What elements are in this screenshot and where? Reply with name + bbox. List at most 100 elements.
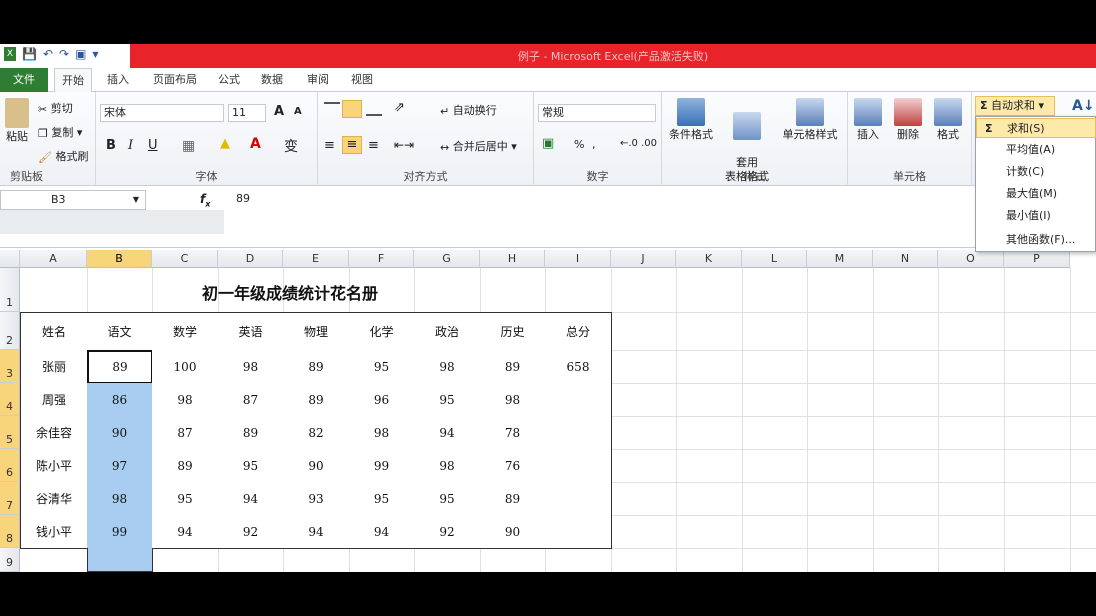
cell-I2[interactable]: 总分	[545, 312, 612, 351]
tab-formulas[interactable]: 公式	[212, 68, 246, 92]
cell-A2[interactable]: 姓名	[20, 312, 88, 351]
tab-home[interactable]: 开始	[54, 68, 92, 93]
cell-I4[interactable]	[545, 383, 612, 417]
column-header-A[interactable]: A	[20, 250, 87, 268]
cell-E7[interactable]: 93	[283, 482, 350, 516]
decimal-icon[interactable]: ←.0 .00	[620, 138, 657, 149]
column-header-E[interactable]: E	[283, 250, 349, 268]
column-header-J[interactable]: J	[611, 250, 676, 268]
borders-icon[interactable]: ▦	[182, 138, 195, 154]
cell-B8[interactable]: 99	[87, 515, 153, 549]
cell-H7[interactable]: 89	[480, 482, 546, 516]
redo-icon[interactable]: ↷	[59, 47, 69, 61]
cell-E4[interactable]: 89	[283, 383, 350, 417]
menu-item-sum[interactable]: Σ 求和(S)	[976, 118, 1096, 138]
formula-input[interactable]: 89	[236, 192, 250, 205]
cell-C4[interactable]: 98	[152, 383, 219, 417]
row-header-2[interactable]: 2	[0, 312, 20, 350]
underline-button[interactable]: U	[148, 138, 158, 153]
cell-I5[interactable]	[545, 416, 612, 450]
row-header-5[interactable]: 5	[0, 416, 20, 449]
undo-icon[interactable]: ↶	[43, 47, 53, 61]
cell-D3[interactable]: 98	[218, 350, 284, 384]
tab-page-layout[interactable]: 页面布局	[144, 68, 206, 92]
percent-button[interactable]: %	[574, 138, 584, 151]
tab-data[interactable]: 数据	[252, 68, 292, 92]
select-all-corner[interactable]	[0, 250, 20, 268]
cell-F3[interactable]: 95	[349, 350, 415, 384]
chevron-down-icon[interactable]: ▼	[133, 191, 139, 209]
cell-F2[interactable]: 化学	[349, 312, 415, 351]
menu-item-average[interactable]: 平均值(A)	[976, 140, 1096, 160]
cell-A3[interactable]: 张丽	[20, 350, 88, 384]
paste-button[interactable]: 粘贴	[2, 98, 32, 144]
insert-function-button[interactable]: fx	[200, 192, 210, 208]
name-box[interactable]: B3 ▼	[0, 190, 146, 210]
cell-G4[interactable]: 95	[414, 383, 481, 417]
cut-button[interactable]: ✂ 剪切	[38, 100, 73, 116]
insert-cells-button[interactable]: 插入	[850, 98, 886, 142]
merge-center-button[interactable]: ↔ 合并后居中 ▾	[440, 138, 517, 154]
wrap-text-button[interactable]: ↵ 自动换行	[440, 102, 497, 118]
column-header-C[interactable]: C	[152, 250, 218, 268]
sort-filter-icon[interactable]: A↓	[1072, 98, 1095, 114]
cell-E8[interactable]: 94	[283, 515, 350, 549]
cell-F4[interactable]: 96	[349, 383, 415, 417]
cell-E5[interactable]: 82	[283, 416, 350, 450]
cell-A7[interactable]: 谷清华	[20, 482, 88, 516]
comma-button[interactable]: ,	[592, 138, 596, 151]
shrink-font-button[interactable]: A	[294, 106, 302, 117]
column-header-H[interactable]: H	[480, 250, 545, 268]
bold-button[interactable]: B	[106, 138, 116, 153]
cell-E3[interactable]: 89	[283, 350, 350, 384]
cell-D5[interactable]: 89	[218, 416, 284, 450]
cell-F8[interactable]: 94	[349, 515, 415, 549]
cell-D7[interactable]: 94	[218, 482, 284, 516]
cell-D2[interactable]: 英语	[218, 312, 284, 351]
column-header-D[interactable]: D	[218, 250, 283, 268]
row-header-3[interactable]: 3	[0, 350, 20, 383]
cell-B4[interactable]: 86	[87, 383, 153, 417]
grow-font-button[interactable]: A	[274, 104, 284, 119]
cell-B6[interactable]: 97	[87, 449, 153, 483]
print-preview-icon[interactable]: ▣	[75, 47, 86, 61]
column-header-I[interactable]: I	[545, 250, 611, 268]
cell-C8[interactable]: 94	[152, 515, 219, 549]
tab-file[interactable]: 文件	[0, 68, 48, 92]
currency-icon[interactable]: ▣	[542, 136, 554, 151]
cell-D4[interactable]: 87	[218, 383, 284, 417]
italic-button[interactable]: I	[128, 138, 133, 153]
cell-C2[interactable]: 数学	[152, 312, 219, 351]
copy-button[interactable]: ❐ 复制 ▾	[38, 124, 82, 140]
format-cells-button[interactable]: 格式	[930, 98, 966, 142]
column-header-K[interactable]: K	[676, 250, 742, 268]
row-header-1[interactable]: 1	[0, 268, 20, 312]
cell-G3[interactable]: 98	[414, 350, 481, 384]
cell-C7[interactable]: 95	[152, 482, 219, 516]
column-header-B[interactable]: B	[87, 250, 152, 268]
cell-A8[interactable]: 钱小平	[20, 515, 88, 549]
align-bottom-icon[interactable]	[366, 102, 382, 116]
cell-I6[interactable]	[545, 449, 612, 483]
cell-D6[interactable]: 95	[218, 449, 284, 483]
align-top-icon[interactable]	[324, 102, 340, 116]
column-header-P[interactable]: P	[1004, 250, 1070, 268]
cell-C5[interactable]: 87	[152, 416, 219, 450]
column-header-G[interactable]: G	[414, 250, 480, 268]
cell-F5[interactable]: 98	[349, 416, 415, 450]
column-header-N[interactable]: N	[873, 250, 938, 268]
cell-G7[interactable]: 95	[414, 482, 481, 516]
cell-I7[interactable]	[545, 482, 612, 516]
menu-item-min[interactable]: 最小值(I)	[976, 206, 1096, 226]
autosum-button[interactable]: Σ 自动求和 ▾	[975, 96, 1055, 116]
cell-E6[interactable]: 90	[283, 449, 350, 483]
delete-cells-button[interactable]: 删除	[890, 98, 926, 142]
tab-view[interactable]: 视图	[342, 68, 382, 92]
cell-F6[interactable]: 99	[349, 449, 415, 483]
align-center-icon[interactable]: ≡	[342, 136, 362, 154]
row-header-8[interactable]: 8	[0, 515, 20, 548]
cell-G6[interactable]: 98	[414, 449, 481, 483]
cell-B7[interactable]: 98	[87, 482, 153, 516]
align-left-icon[interactable]: ≡	[324, 138, 335, 153]
cell-A5[interactable]: 余佳容	[20, 416, 88, 450]
